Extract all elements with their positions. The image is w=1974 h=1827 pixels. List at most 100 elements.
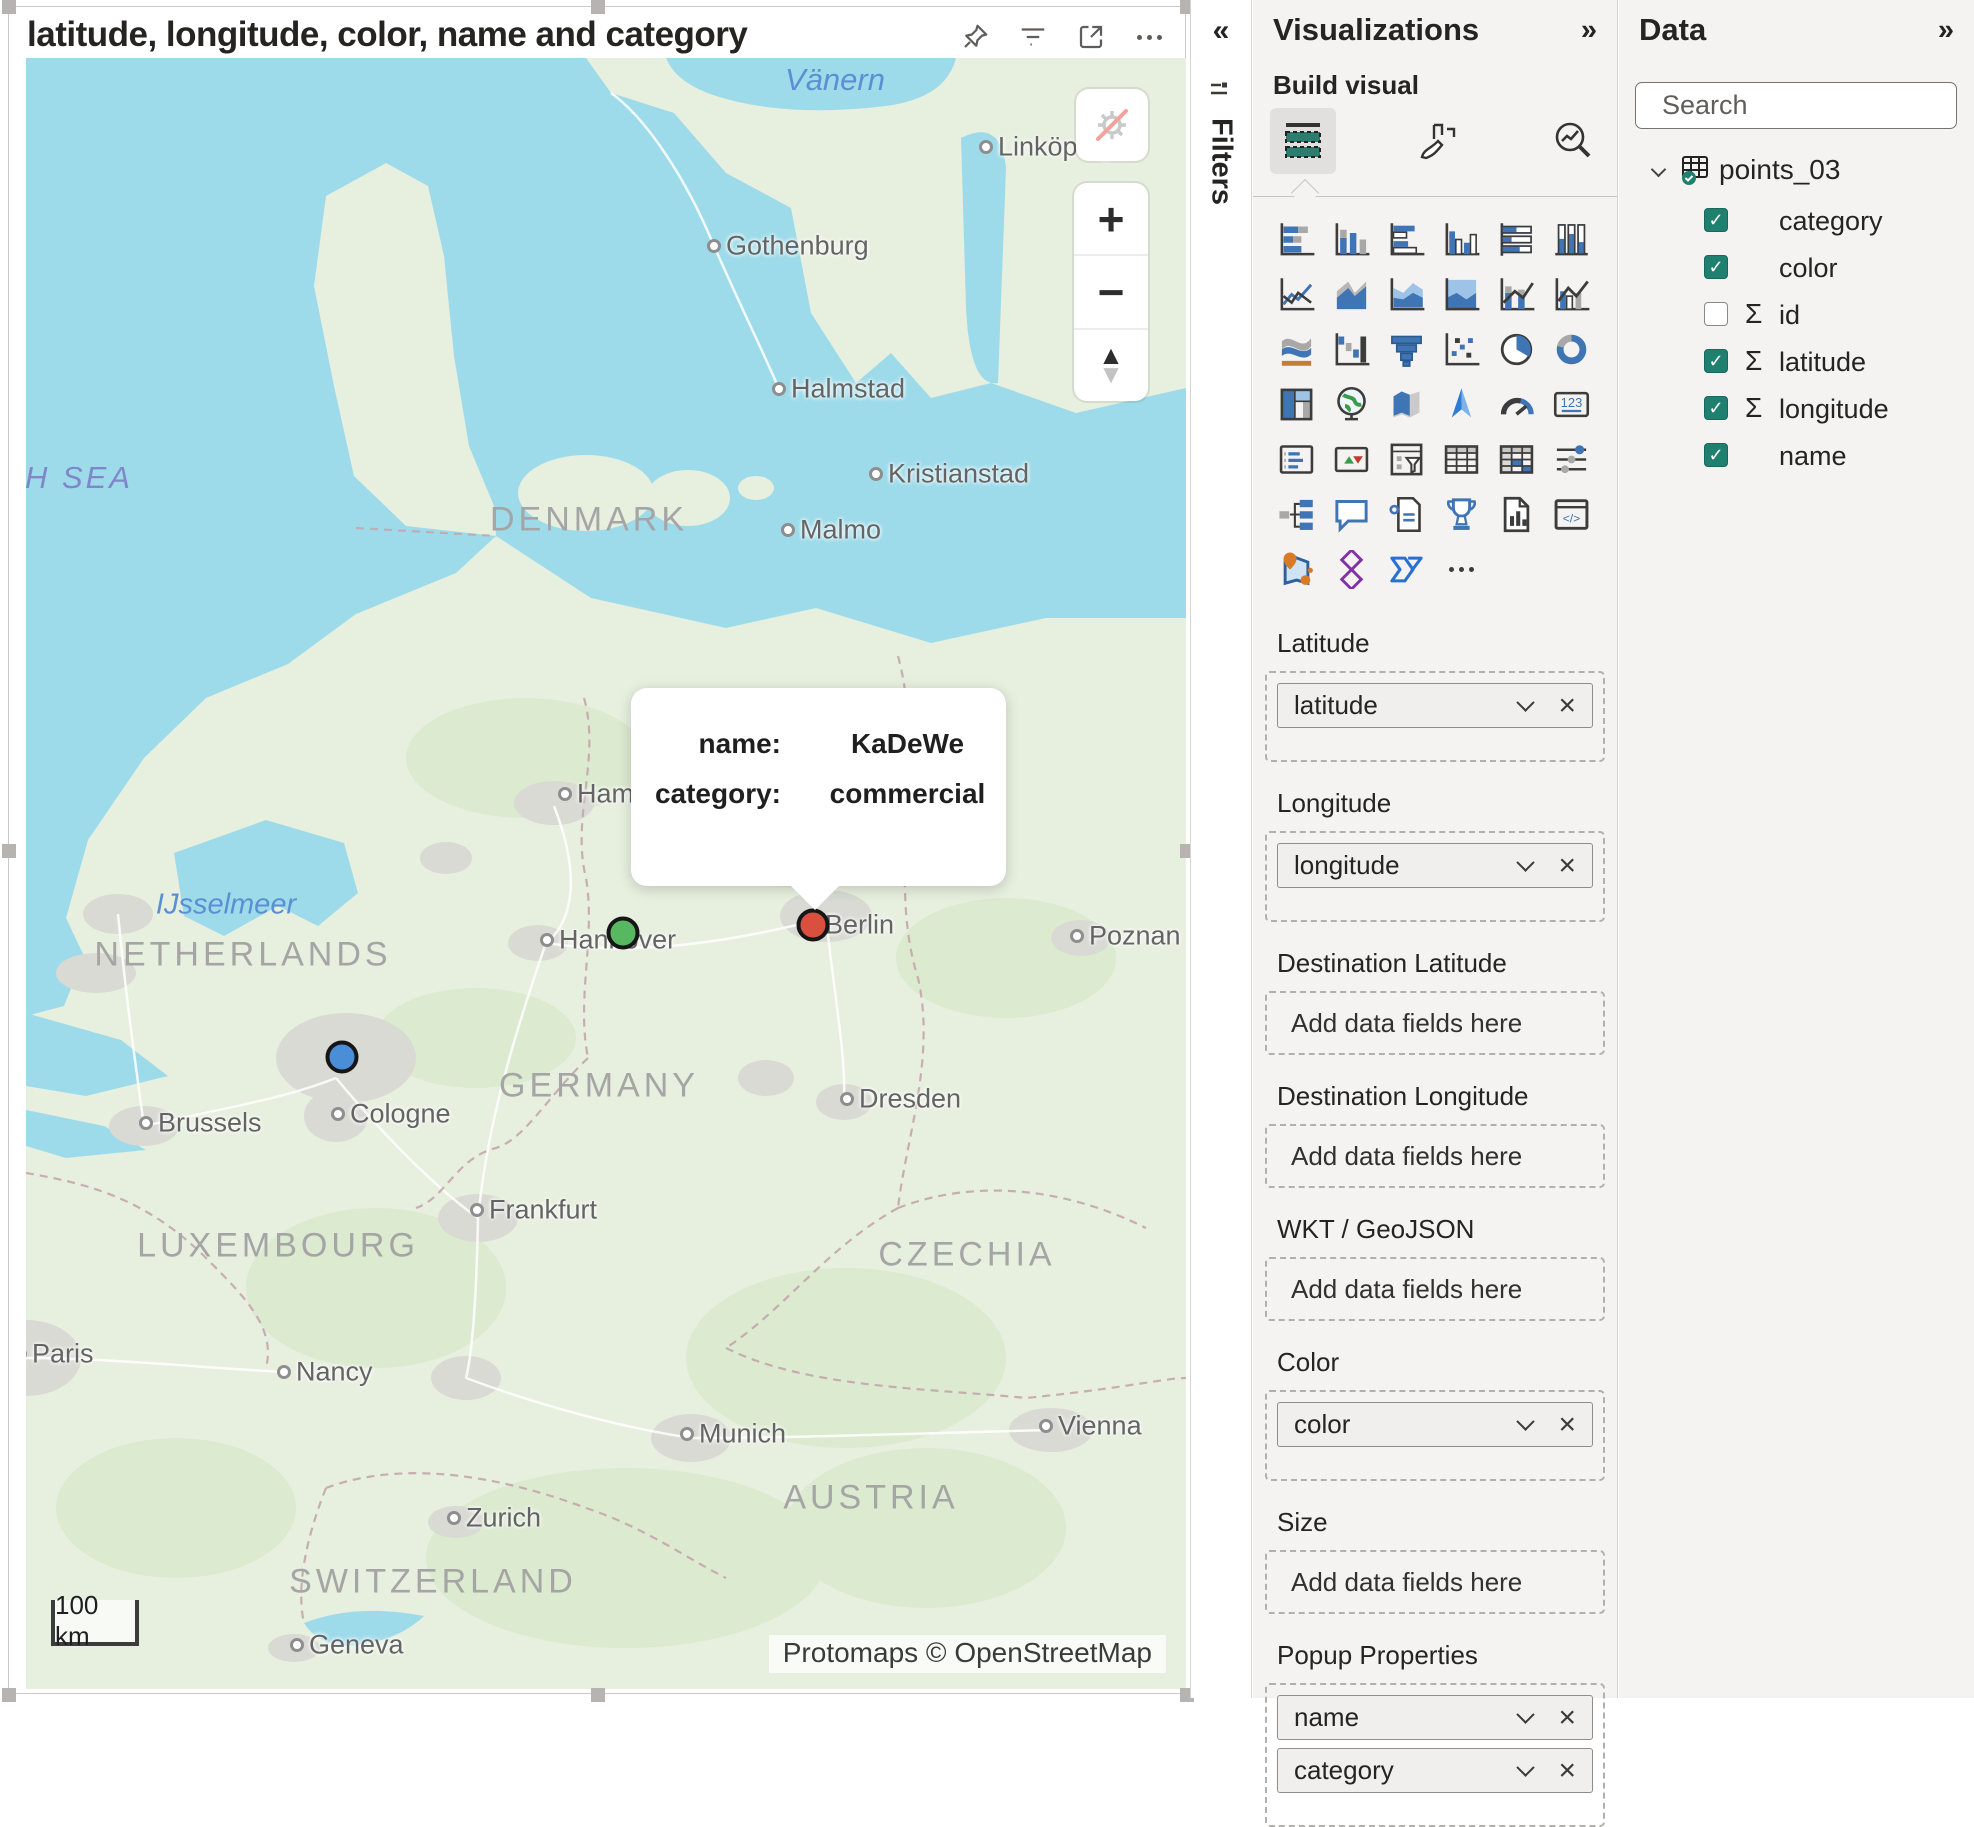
resize-handle[interactable] (2, 844, 16, 858)
visual-type-filled-map-icon[interactable] (1379, 377, 1434, 432)
field-pill-latitude[interactable]: latitude × (1277, 683, 1593, 728)
visual-type-q-and-a-icon[interactable] (1324, 487, 1379, 542)
filter-icon[interactable] (1015, 19, 1051, 55)
pitch-toggle-button[interactable]: ▲ ▼ (1074, 328, 1148, 401)
well-size[interactable]: Add data fields here (1265, 1550, 1605, 1614)
remove-field-icon[interactable]: × (1558, 1410, 1576, 1440)
visual-type-ribbon-chart-icon[interactable] (1269, 322, 1324, 377)
tab-analytics[interactable] (1540, 108, 1606, 174)
resize-handle[interactable] (2, 1688, 16, 1702)
visual-type-slicer-icon[interactable] (1379, 432, 1434, 487)
focus-mode-icon[interactable] (1073, 19, 1109, 55)
visual-type-scatter-chart-icon[interactable] (1434, 322, 1489, 377)
field-checkbox[interactable]: ✓ (1704, 349, 1728, 373)
field-pill-name[interactable]: name × (1277, 1695, 1593, 1740)
expand-filters-icon[interactable]: « (1191, 14, 1251, 48)
visual-type-donut-chart-icon[interactable] (1544, 322, 1599, 377)
resize-handle[interactable] (591, 0, 605, 14)
chevron-down-icon[interactable] (1517, 1412, 1535, 1430)
data-field-name[interactable]: ✓name (1619, 433, 1974, 480)
visual-type-clustered-column-chart-icon[interactable] (1434, 212, 1489, 267)
visual-type-stacked-area-chart-icon[interactable] (1379, 267, 1434, 322)
visual-type-decomposition-tree-icon[interactable] (1269, 487, 1324, 542)
visual-type-matrix-icon[interactable] (1489, 432, 1544, 487)
chevron-down-icon[interactable] (1517, 693, 1535, 711)
visual-type-azure-map-icon[interactable] (1434, 377, 1489, 432)
visual-type-clustered-bar-chart-icon[interactable] (1379, 212, 1434, 267)
visual-type-smart-narrative-icon[interactable] (1379, 487, 1434, 542)
data-field-category[interactable]: ✓category (1619, 198, 1974, 245)
visual-type-funnel-chart-icon[interactable] (1379, 322, 1434, 377)
visual-type-kpi-icon[interactable] (1324, 432, 1379, 487)
visual-type-more-visuals-icon[interactable] (1434, 542, 1489, 597)
remove-field-icon[interactable]: × (1558, 851, 1576, 881)
visual-type-power-apps-icon[interactable] (1324, 542, 1379, 597)
well-destination-longitude[interactable]: Add data fields here (1265, 1124, 1605, 1188)
field-pill-color[interactable]: color × (1277, 1402, 1593, 1447)
visual-type-100-stacked-bar-chart-icon[interactable] (1489, 212, 1544, 267)
visual-type-line-chart-icon[interactable] (1269, 267, 1324, 322)
map-canvas[interactable]: VänernTH SEAIJsselmeerDENMARKNETHERLANDS… (26, 58, 1186, 1689)
visual-type-multi-row-card-icon[interactable] (1269, 432, 1324, 487)
field-pill-longitude[interactable]: longitude × (1277, 843, 1593, 888)
table-row-points-03[interactable]: points_03 (1619, 146, 1974, 194)
data-point-marker-blue[interactable] (326, 1041, 359, 1074)
zoom-out-button[interactable]: − (1074, 254, 1148, 327)
map-visual-container[interactable]: latitude, longitude, color, name and cat… (8, 6, 1186, 1694)
visual-type-stacked-bar-chart-icon[interactable] (1269, 212, 1324, 267)
field-checkbox[interactable]: ✓ (1704, 443, 1728, 467)
visual-type-100-stacked-column-chart-icon[interactable] (1544, 212, 1599, 267)
collapse-visualizations-icon[interactable]: » (1581, 14, 1597, 47)
zoom-in-button[interactable]: + (1074, 183, 1148, 254)
remove-field-icon[interactable]: × (1558, 691, 1576, 721)
remove-field-icon[interactable]: × (1558, 1703, 1576, 1733)
visual-type-treemap-icon[interactable] (1269, 377, 1324, 432)
remove-field-icon[interactable]: × (1558, 1756, 1576, 1786)
resize-handle[interactable] (591, 1688, 605, 1702)
field-checkbox[interactable]: ✓ (1704, 208, 1728, 232)
visual-type-metrics-icon[interactable] (1434, 487, 1489, 542)
visual-type-waterfall-chart-icon[interactable] (1324, 322, 1379, 377)
collapse-data-icon[interactable]: » (1938, 14, 1954, 47)
more-options-icon[interactable] (1131, 19, 1167, 55)
chevron-down-icon[interactable] (1517, 1705, 1535, 1723)
tab-build-visual[interactable] (1270, 108, 1336, 174)
visual-type-icon-map-pro-icon[interactable] (1269, 542, 1324, 597)
pin-icon[interactable] (957, 19, 993, 55)
search-input[interactable] (1662, 90, 1974, 121)
well-wkt-geojson[interactable]: Add data fields here (1265, 1257, 1605, 1321)
search-box[interactable] (1635, 82, 1957, 129)
visual-type-card-icon[interactable]: 123 (1544, 377, 1599, 432)
visual-type-gauge-icon[interactable] (1489, 377, 1544, 432)
visual-type-embed-code-icon[interactable]: </> (1544, 487, 1599, 542)
visual-type-map-icon[interactable] (1324, 377, 1379, 432)
field-checkbox[interactable]: ✓ (1704, 396, 1728, 420)
data-field-color[interactable]: ✓color (1619, 245, 1974, 292)
tab-format-visual[interactable] (1405, 108, 1471, 174)
visual-type-paginated-report-icon[interactable] (1489, 487, 1544, 542)
chevron-down-icon[interactable] (1517, 1758, 1535, 1776)
visual-type-pie-chart-icon[interactable] (1489, 322, 1544, 377)
chevron-down-icon[interactable] (1517, 853, 1535, 871)
filters-pane-collapsed[interactable]: « Filters (1190, 0, 1252, 1698)
visual-type-stacked-column-chart-icon[interactable] (1324, 212, 1379, 267)
visual-type-slicer-new-icon[interactable] (1544, 432, 1599, 487)
chevron-down-icon[interactable] (1651, 162, 1667, 178)
data-point-marker-green[interactable] (607, 917, 640, 950)
visual-type-power-automate-icon[interactable] (1379, 542, 1434, 597)
visual-type-table-icon[interactable] (1434, 432, 1489, 487)
visual-type-area-chart-icon[interactable] (1324, 267, 1379, 322)
data-point-marker-red[interactable] (797, 909, 830, 942)
visual-type-line-stacked-column-chart-icon[interactable] (1489, 267, 1544, 322)
field-checkbox[interactable]: ✓ (1704, 255, 1728, 279)
well-destination-latitude[interactable]: Add data fields here (1265, 991, 1605, 1055)
field-pill-category[interactable]: category × (1277, 1748, 1593, 1793)
data-field-latitude[interactable]: ✓Σlatitude (1619, 339, 1974, 386)
map-settings-button[interactable] (1076, 89, 1148, 161)
visual-type-line-clustered-column-chart-icon[interactable] (1544, 267, 1599, 322)
data-field-longitude[interactable]: ✓Σlongitude (1619, 386, 1974, 433)
resize-handle[interactable] (2, 0, 16, 14)
field-checkbox[interactable] (1704, 302, 1728, 326)
data-field-id[interactable]: Σid (1619, 292, 1974, 339)
visual-type-100-stacked-area-chart-icon[interactable] (1434, 267, 1489, 322)
